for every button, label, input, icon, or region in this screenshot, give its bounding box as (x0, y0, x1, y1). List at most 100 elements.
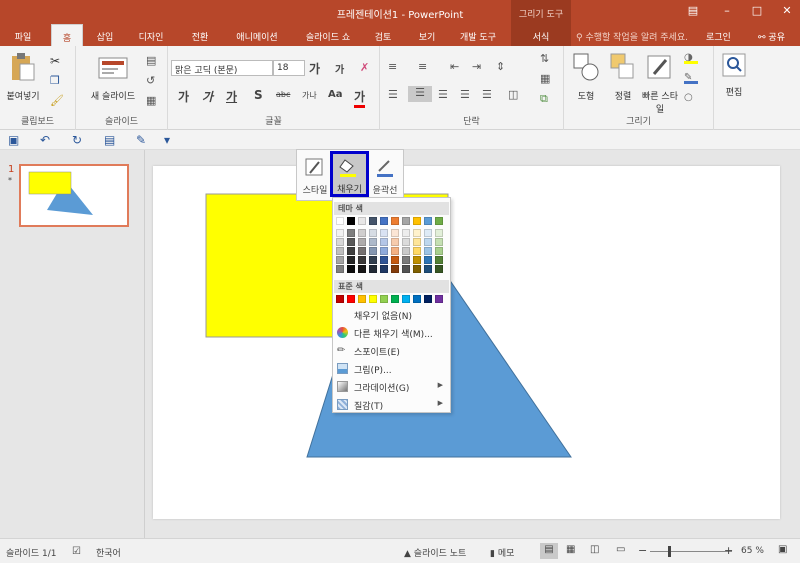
theme-shade-swatch[interactable] (391, 265, 399, 273)
fill-button[interactable]: 채우기 (330, 151, 369, 197)
theme-shade-swatch[interactable] (424, 265, 432, 273)
theme-shade-swatch[interactable] (347, 256, 355, 264)
theme-shade-swatch[interactable] (369, 256, 377, 264)
slide-sorter-icon[interactable]: ▦ (566, 544, 575, 555)
theme-shade-swatch[interactable] (435, 256, 443, 264)
theme-shade-swatch[interactable] (391, 256, 399, 264)
theme-color-swatch[interactable] (413, 217, 421, 225)
standard-color-swatch[interactable] (402, 295, 410, 303)
theme-shade-swatch[interactable] (435, 247, 443, 255)
comments-button[interactable]: ▮ 메모 (490, 546, 514, 559)
theme-shade-swatch[interactable] (347, 247, 355, 255)
picture-fill-item[interactable]: 그림(P)... (334, 360, 449, 377)
zoom-level[interactable]: 65 % (741, 546, 764, 556)
theme-shade-swatch[interactable] (391, 229, 399, 237)
theme-shade-swatch[interactable] (380, 265, 388, 273)
theme-shade-swatch[interactable] (336, 256, 344, 264)
theme-shade-swatch[interactable] (336, 247, 344, 255)
outline-button[interactable]: 윤곽선 (368, 154, 402, 198)
theme-shade-swatch[interactable] (424, 247, 432, 255)
theme-shade-swatch[interactable] (435, 238, 443, 246)
normal-view-icon[interactable]: ▤ (540, 543, 558, 559)
theme-shade-swatch[interactable] (391, 238, 399, 246)
theme-shade-swatch[interactable] (380, 247, 388, 255)
theme-shade-swatch[interactable] (347, 229, 355, 237)
slide-indicator: 슬라이드 1/1 (6, 549, 57, 559)
theme-color-swatch[interactable] (424, 217, 432, 225)
standard-color-swatch[interactable] (380, 295, 388, 303)
theme-shade-swatch[interactable] (336, 229, 344, 237)
theme-color-swatch[interactable] (347, 217, 355, 225)
theme-shade-swatch[interactable] (402, 256, 410, 264)
standard-color-swatch[interactable] (369, 295, 377, 303)
theme-shade-swatch[interactable] (380, 229, 388, 237)
theme-shade-swatch[interactable] (413, 256, 421, 264)
zoom-slider-thumb[interactable] (668, 546, 671, 557)
zoom-slider-track[interactable] (650, 551, 732, 552)
texture-icon (337, 399, 348, 410)
theme-shade-swatch[interactable] (369, 229, 377, 237)
slideshow-view-icon[interactable]: ▭ (616, 544, 625, 555)
theme-shade-swatch[interactable] (402, 265, 410, 273)
color-wheel-icon (337, 327, 348, 338)
reading-view-icon[interactable]: ◫ (590, 544, 599, 555)
theme-shade-swatch[interactable] (336, 238, 344, 246)
standard-color-swatch[interactable] (347, 295, 355, 303)
theme-shade-swatch[interactable] (369, 265, 377, 273)
theme-color-swatch[interactable] (358, 217, 366, 225)
theme-shade-swatch[interactable] (413, 247, 421, 255)
theme-shade-swatch[interactable] (435, 265, 443, 273)
theme-shade-swatch[interactable] (336, 265, 344, 273)
theme-shade-swatch[interactable] (369, 247, 377, 255)
theme-shade-swatch[interactable] (358, 265, 366, 273)
standard-color-swatch[interactable] (391, 295, 399, 303)
zoom-in-button[interactable]: + (724, 544, 733, 557)
zoom-out-button[interactable]: − (638, 544, 647, 557)
theme-shade-swatch[interactable] (347, 265, 355, 273)
theme-shade-swatch[interactable] (402, 229, 410, 237)
theme-shade-swatch[interactable] (347, 238, 355, 246)
theme-color-swatch[interactable] (369, 217, 377, 225)
theme-color-swatch[interactable] (402, 217, 410, 225)
theme-shade-swatch[interactable] (435, 229, 443, 237)
theme-shade-swatch[interactable] (369, 238, 377, 246)
texture-fill-item[interactable]: 질감(T) ▶ (334, 396, 449, 413)
paint-bucket-icon (339, 159, 356, 177)
theme-shade-swatch[interactable] (358, 229, 366, 237)
standard-color-swatch[interactable] (336, 295, 344, 303)
notes-button[interactable]: ▲ 슬라이드 노트 (404, 546, 466, 559)
theme-color-swatch[interactable] (380, 217, 388, 225)
standard-color-swatch[interactable] (358, 295, 366, 303)
comment-icon: ▮ (490, 549, 498, 559)
standard-colors-header: 표준 색 (334, 280, 449, 293)
theme-shade-swatch[interactable] (424, 256, 432, 264)
theme-shade-swatch[interactable] (424, 238, 432, 246)
theme-shade-swatch[interactable] (424, 229, 432, 237)
theme-shade-swatch[interactable] (391, 247, 399, 255)
more-fill-colors-item[interactable]: 다른 채우기 색(M)... (334, 324, 449, 341)
theme-color-swatch[interactable] (336, 217, 344, 225)
language-indicator[interactable]: 한국어 (96, 546, 121, 559)
theme-shade-swatch[interactable] (358, 238, 366, 246)
theme-shade-swatch[interactable] (413, 238, 421, 246)
eyedropper-item[interactable]: ✏ 스포이트(E) (334, 342, 449, 359)
theme-shade-swatch[interactable] (358, 247, 366, 255)
theme-color-swatch[interactable] (391, 217, 399, 225)
theme-shade-swatch[interactable] (380, 256, 388, 264)
theme-color-swatch[interactable] (435, 217, 443, 225)
theme-shade-swatch[interactable] (413, 229, 421, 237)
standard-color-swatch[interactable] (424, 295, 432, 303)
theme-shade-swatch[interactable] (402, 247, 410, 255)
fit-to-window-icon[interactable]: ▣ (778, 544, 787, 555)
theme-shade-swatch[interactable] (413, 265, 421, 273)
standard-color-swatch[interactable] (413, 295, 421, 303)
no-fill-item[interactable]: 채우기 없음(N) (334, 306, 449, 323)
gradient-fill-item[interactable]: 그라데이션(G) ▶ (334, 378, 449, 395)
theme-shade-swatch[interactable] (358, 256, 366, 264)
notes-icon: ▲ (404, 549, 414, 559)
theme-shade-swatch[interactable] (402, 238, 410, 246)
standard-color-swatch[interactable] (435, 295, 443, 303)
spellcheck-icon[interactable]: ☑ (72, 546, 81, 557)
theme-shade-swatch[interactable] (380, 238, 388, 246)
style-button[interactable]: 스타일 (298, 154, 332, 198)
